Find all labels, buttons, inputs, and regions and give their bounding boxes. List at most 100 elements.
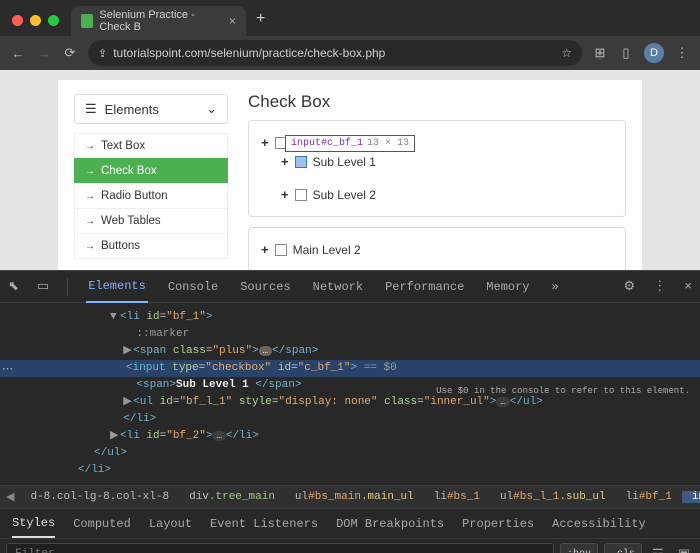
sidebar-item-radio[interactable]: → Radio Button bbox=[74, 183, 228, 209]
tooltip-selector: input#c_bf_1 bbox=[291, 138, 363, 149]
checkbox-main2[interactable] bbox=[275, 244, 287, 256]
sidebar-item-label: Check Box bbox=[101, 165, 157, 177]
bookmark-icon[interactable]: ☆ bbox=[561, 46, 572, 60]
tree-row-sub1[interactable]: + Sub Level 1 bbox=[281, 154, 613, 169]
sidebar-item-buttons[interactable]: →Buttons bbox=[74, 233, 228, 259]
styles-filter-bar: :hov .cls ☲ ▣ bbox=[0, 539, 700, 553]
dom-selected-line[interactable]: ⋯<input type="checkbox" id="c_bf_1"> == … bbox=[0, 360, 700, 377]
subtab-styles[interactable]: Styles bbox=[12, 516, 55, 538]
expand-icon[interactable]: + bbox=[281, 154, 289, 169]
kebab-icon[interactable]: ⋮ bbox=[653, 279, 666, 294]
tree-box-2: + Main Level 2 bbox=[248, 227, 626, 270]
new-tab-button[interactable]: + bbox=[246, 10, 275, 36]
styles-tabs: Styles Computed Layout Event Listeners D… bbox=[0, 509, 700, 539]
back-icon[interactable]: ← bbox=[10, 46, 26, 61]
sidebar-item-textbox[interactable]: → Text Box bbox=[74, 133, 228, 159]
tab-memory[interactable]: Memory bbox=[484, 271, 531, 303]
computed-toggle-icon[interactable]: ▣ bbox=[674, 547, 694, 553]
tooltip-dims: 13 × 13 bbox=[367, 138, 409, 149]
favicon-icon bbox=[81, 14, 93, 28]
cls-toggle[interactable]: .cls bbox=[604, 543, 642, 553]
window-titlebar: Selenium Practice - Check B × + bbox=[0, 0, 700, 36]
main-content: Check Box + input#c_bf_1 13 × 13 + Sub L… bbox=[248, 92, 626, 270]
console-hint: Use $0 in the console to refer to this e… bbox=[436, 383, 690, 400]
sidebar-item-label: Text Box bbox=[101, 140, 145, 152]
expand-icon[interactable]: + bbox=[261, 135, 269, 150]
dom-text: Sub Level 1 bbox=[176, 379, 255, 391]
sidebar-item-webtables[interactable]: →Web Tables bbox=[74, 208, 228, 234]
subtab-layout[interactable]: Layout bbox=[149, 517, 192, 531]
hov-toggle[interactable]: :hov bbox=[560, 543, 598, 553]
side-panel-icon[interactable]: ▯ bbox=[618, 45, 634, 61]
extensions-icon[interactable]: ⊞ bbox=[592, 45, 608, 61]
new-style-icon[interactable]: ☲ bbox=[648, 547, 668, 553]
checkbox-sub1[interactable] bbox=[295, 156, 307, 168]
tree-label: Main Level 2 bbox=[293, 243, 361, 257]
chevron-down-icon: ⌄ bbox=[206, 101, 217, 117]
tab-console[interactable]: Console bbox=[166, 271, 220, 303]
url-text: tutorialspoint.com/selenium/practice/che… bbox=[113, 46, 385, 60]
tab-more[interactable]: » bbox=[550, 271, 561, 303]
address-bar: ← → ⟳ ⇪ tutorialspoint.com/selenium/prac… bbox=[0, 36, 700, 70]
tab-network[interactable]: Network bbox=[311, 271, 365, 303]
tab-elements[interactable]: Elements bbox=[86, 271, 148, 303]
forward-icon[interactable]: → bbox=[36, 46, 52, 61]
arrow-icon: → bbox=[85, 141, 95, 152]
tree-row-sub2[interactable]: + Sub Level 2 bbox=[281, 187, 613, 202]
dom-tree[interactable]: ▼<li id="bf_1"> ::marker ▶<span class="p… bbox=[0, 303, 700, 485]
crumb[interactable]: d-8.col-lg-8.col-xl-8 bbox=[20, 491, 179, 503]
devtools-tabs: ⬉ ▭ Elements Console Sources Network Per… bbox=[0, 271, 700, 303]
devtools-panel: ⬉ ▭ Elements Console Sources Network Per… bbox=[0, 270, 700, 553]
sidebar-header[interactable]: ☰ Elements ⌄ bbox=[74, 94, 228, 124]
expand-icon[interactable]: + bbox=[261, 242, 269, 257]
close-window-icon[interactable] bbox=[12, 15, 23, 26]
page-title: Check Box bbox=[248, 92, 626, 112]
tree-row-main2[interactable]: + Main Level 2 bbox=[261, 242, 613, 257]
tab-close-icon[interactable]: × bbox=[229, 14, 236, 28]
minimize-window-icon[interactable] bbox=[30, 15, 41, 26]
sidebar-item-checkbox[interactable]: → Check Box bbox=[74, 158, 228, 184]
tree-label: Sub Level 1 bbox=[313, 155, 376, 169]
dom-breadcrumbs[interactable]: ◀ d-8.col-lg-8.col-xl-8 div.tree_main ul… bbox=[0, 485, 700, 509]
subtab-eventlisteners[interactable]: Event Listeners bbox=[210, 517, 318, 531]
site-info-icon[interactable]: ⇪ bbox=[98, 47, 107, 60]
sidebar-title: Elements bbox=[105, 102, 159, 117]
sidebar: ☰ Elements ⌄ → Text Box → Check Box → Radio… bbox=[74, 94, 228, 259]
subtab-properties[interactable]: Properties bbox=[462, 517, 534, 531]
page-viewport: ☰ Elements ⌄ → Text Box → Check Box → Radio… bbox=[0, 70, 700, 270]
close-icon[interactable]: × bbox=[684, 279, 692, 294]
subtab-dombreakpoints[interactable]: DOM Breakpoints bbox=[336, 517, 444, 531]
tree-row[interactable]: + input#c_bf_1 13 × 13 bbox=[261, 135, 613, 150]
arrow-icon: → bbox=[85, 191, 95, 202]
crumb[interactable]: ul#bs_main.main_ul bbox=[285, 491, 424, 503]
crumb[interactable]: div.tree_main bbox=[179, 491, 285, 503]
crumb[interactable]: li#bf_1 bbox=[616, 491, 682, 503]
kebab-menu-icon[interactable]: ⋮ bbox=[674, 45, 690, 61]
sidebar-menu: → Text Box → Check Box → Radio Button →Web … bbox=[74, 133, 228, 259]
maximize-window-icon[interactable] bbox=[48, 15, 59, 26]
checkbox-sub2[interactable] bbox=[295, 189, 307, 201]
crumb[interactable]: li#bs_1 bbox=[424, 491, 490, 503]
tree-box-1: + input#c_bf_1 13 × 13 + Sub Level 1 + S… bbox=[248, 120, 626, 217]
sidebar-item-label: Buttons bbox=[101, 240, 140, 252]
tab-performance[interactable]: Performance bbox=[383, 271, 466, 303]
crumb-selected[interactable]: input#c_bf_1 bbox=[682, 491, 700, 503]
arrow-icon: → bbox=[85, 166, 95, 177]
styles-filter-input[interactable] bbox=[6, 543, 554, 553]
profile-avatar[interactable]: D bbox=[644, 43, 664, 63]
expand-icon[interactable]: + bbox=[281, 187, 289, 202]
browser-tab[interactable]: Selenium Practice - Check B × bbox=[71, 6, 246, 36]
subtab-accessibility[interactable]: Accessibility bbox=[552, 517, 646, 531]
inspect-icon[interactable]: ⬉ bbox=[8, 279, 19, 294]
crumb[interactable]: ul#bs_l_1.sub_ul bbox=[490, 491, 616, 503]
crumb-prev[interactable]: ◀ bbox=[0, 490, 20, 504]
omnibox[interactable]: ⇪ tutorialspoint.com/selenium/practice/c… bbox=[88, 40, 582, 66]
settings-icon[interactable]: ⚙ bbox=[624, 279, 636, 294]
arrow-icon: → bbox=[85, 216, 95, 227]
sidebar-item-label: Radio Button bbox=[101, 190, 168, 202]
reload-icon[interactable]: ⟳ bbox=[62, 45, 78, 61]
subtab-computed[interactable]: Computed bbox=[73, 517, 131, 531]
window-controls bbox=[0, 15, 71, 36]
device-toolbar-icon[interactable]: ▭ bbox=[37, 279, 49, 294]
tab-sources[interactable]: Sources bbox=[238, 271, 292, 303]
